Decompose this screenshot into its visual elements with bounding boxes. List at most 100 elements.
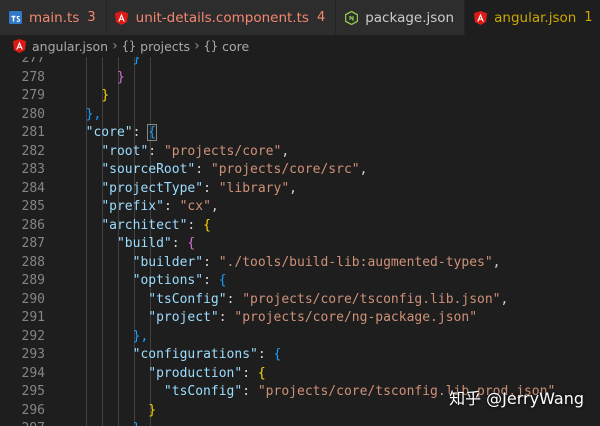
code-line[interactable]: 293 "configurations": { — [0, 346, 600, 365]
code-token: { — [218, 273, 227, 288]
code-token: "project" — [148, 310, 219, 325]
code-line[interactable]: 279 } — [0, 87, 600, 106]
code-line[interactable]: 278 } — [0, 69, 600, 88]
code-line[interactable]: 291 "project": "projects/core/ng-package… — [0, 309, 600, 328]
tab-label: package.json — [365, 9, 455, 26]
code-text: }, — [70, 106, 102, 125]
code-token: , — [289, 180, 297, 196]
line-number: 282 — [21, 143, 45, 159]
code-text: } — [70, 420, 141, 426]
code-line[interactable]: 284 "projectType": "library", — [0, 180, 600, 199]
code-line[interactable]: 277 } — [0, 57, 600, 69]
code-token: : — [203, 180, 219, 196]
code-token: : — [132, 125, 149, 140]
tab-label: main.ts — [29, 9, 80, 26]
code-text: "architect": { — [70, 217, 211, 236]
code-line[interactable]: 287 "build": { — [0, 235, 600, 254]
tab-angular-json[interactable]: angular.json1× — [465, 0, 600, 35]
code-token: "root" — [101, 143, 149, 159]
breadcrumb-separator: › — [112, 38, 118, 54]
breadcrumb: angular.json › {} projects › {} core — [0, 35, 600, 57]
code-token: , — [359, 162, 368, 177]
code-token: "prefix" — [101, 199, 164, 214]
angular-icon — [473, 10, 487, 25]
code-line[interactable]: 289 "options": { — [0, 272, 600, 291]
code-text: } — [70, 87, 109, 106]
nodejs-icon — [344, 10, 358, 25]
line-number: 281 — [21, 125, 45, 140]
line-number: 292 — [21, 328, 45, 344]
code-text: "production": { — [70, 365, 265, 384]
line-number: 278 — [21, 69, 45, 85]
code-token: } — [133, 421, 141, 426]
code-text: } — [70, 402, 156, 421]
code-token: "projectType" — [101, 180, 204, 196]
code-token: } — [132, 57, 141, 66]
code-token: "projects/core/tsconfig.lib.json" — [242, 291, 501, 307]
problem-count-badge: 3 — [87, 10, 96, 25]
code-line[interactable]: 288 "builder": "./tools/build-lib:augmen… — [0, 254, 600, 273]
code-token: , — [281, 143, 290, 159]
code-text: "sourceRoot": "projects/core/src", — [70, 161, 367, 180]
code-editor[interactable]: 277 } 278 } 279 } 280 }, 281 "core": {282 "r… — [0, 57, 600, 426]
problem-count-badge: 1 — [584, 10, 593, 25]
code-text: "configurations": { — [70, 346, 282, 365]
code-token: } — [148, 402, 157, 418]
code-token: : — [203, 254, 219, 270]
line-number: 294 — [21, 365, 45, 381]
code-line[interactable]: 280 }, — [0, 106, 600, 125]
code-line[interactable]: 281 "core": { — [0, 124, 600, 143]
code-token: , — [210, 199, 219, 214]
code-token: { — [203, 217, 211, 233]
tab-main-ts[interactable]: main.ts 3 — [0, 0, 107, 35]
code-text: "project": "projects/core/ng-package.jso… — [70, 309, 477, 328]
tab-bar: main.ts 3 unit-details.component.ts 4 packag… — [0, 0, 600, 35]
object-icon: {} — [121, 39, 137, 53]
code-line[interactable]: 294 "production": { — [0, 365, 600, 384]
line-number: 285 — [21, 199, 45, 214]
tab-label: unit-details.component.ts — [135, 9, 309, 26]
code-token: "configurations" — [132, 347, 258, 362]
code-line[interactable]: 290 "tsConfig": "projects/core/tsconfig.… — [0, 291, 600, 310]
line-number: 277 — [21, 57, 45, 66]
code-token: "build" — [116, 236, 172, 251]
breadcrumb-projects[interactable]: projects — [140, 39, 190, 54]
code-token: "architect" — [101, 217, 188, 233]
watermark: 知乎 @JerryWang — [449, 389, 584, 408]
code-token: "projects/core/ng-package.json" — [234, 310, 478, 325]
code-text: "core": { — [70, 124, 158, 143]
code-token: : — [195, 162, 211, 177]
code-line[interactable]: 292 }, — [0, 328, 600, 347]
code-line[interactable]: 282 "root": "projects/core", — [0, 143, 600, 162]
breadcrumb-core[interactable]: core — [222, 39, 249, 54]
typescript-icon — [8, 11, 22, 25]
breadcrumb-separator: › — [194, 38, 200, 54]
code-line[interactable]: 297 } — [0, 420, 600, 426]
code-token: "core" — [85, 125, 133, 140]
code-token: : — [148, 143, 164, 159]
code-token: "./tools/build-lib:augmented-types" — [218, 254, 493, 270]
code-line[interactable]: 283 "sourceRoot": "projects/core/src", — [0, 161, 600, 180]
code-token: , — [500, 291, 509, 307]
code-token: , — [492, 254, 501, 270]
tab-package-json[interactable]: package.json — [336, 0, 466, 35]
code-line[interactable]: 285 "prefix": "cx", — [0, 198, 600, 217]
code-token: { — [273, 347, 282, 362]
line-number: 291 — [21, 310, 45, 325]
code-text: "prefix": "cx", — [70, 198, 219, 217]
breadcrumb-file[interactable]: angular.json — [32, 39, 108, 54]
tab-unit-details-component-ts[interactable]: unit-details.component.ts 4 — [106, 0, 337, 35]
code-line[interactable]: 286 "architect": { — [0, 217, 600, 236]
